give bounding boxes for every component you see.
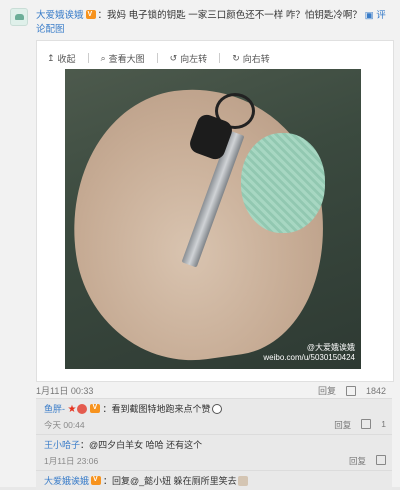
comment-time: 1月11日 23:06 xyxy=(44,456,99,466)
rotate-right-icon: ↻ xyxy=(232,52,240,63)
author-avatar[interactable] xyxy=(10,8,28,26)
post-body: ：我妈 电子锁的钥匙 一家三口颜色还不一样 咋？怕钥匙冷啊？ xyxy=(97,10,362,21)
comment-actions: 回复 xyxy=(349,455,386,467)
toolbar-divider xyxy=(219,53,221,63)
cat-emoji-icon xyxy=(237,476,248,486)
commenter-name-link[interactable]: 大爱娥诶娥 xyxy=(44,476,89,486)
comment-text: ：回复@_懿小妞 躲在厕所里笑去 xyxy=(103,476,237,486)
vip-badge-icon xyxy=(85,8,96,22)
commenter-name-link[interactable]: 王小哈子 xyxy=(44,440,80,450)
comment-list: 鱼胖- ★ ：看到截图特地跑来点个赞 今天 00:44 回复 1 王小哈子：@四夕… xyxy=(36,398,392,490)
post-photo[interactable]: @大爱娥诶娥 weibo.com/u/5030150424 xyxy=(65,69,361,369)
media-box: ↥ 收起 ⌕ 查看大图 ↺ 向左转 ↻ 向右转 @大爱娥诶娥 weibo.com/u/5… xyxy=(36,40,394,382)
toolbar-divider xyxy=(87,53,89,63)
comment-actions: 回复 1 xyxy=(334,419,386,431)
thumbs-up-icon[interactable] xyxy=(376,455,386,465)
view-large-button[interactable]: ⌕ 查看大图 xyxy=(101,51,145,65)
comment-text: ：看到截图特地跑来点个赞 xyxy=(102,404,211,414)
comment-text: ：@四夕白羊女 哈哈 还有这个 xyxy=(80,440,203,450)
arrow-up-icon: ↥ xyxy=(47,52,55,63)
reply-button[interactable]: 回复 xyxy=(349,455,366,467)
rotate-left-icon: ↺ xyxy=(169,52,178,63)
post-actions: 回复 1842 xyxy=(318,384,386,397)
photo-watermark: @大爱娥诶娥 weibo.com/u/5030150424 xyxy=(263,343,355,362)
star-badge-icon: ★ xyxy=(67,404,77,415)
thumbs-up-icon[interactable] xyxy=(345,385,356,396)
magnifier-icon: ⌕ xyxy=(100,52,106,63)
knitted-key-cover xyxy=(241,133,325,233)
collapse-button[interactable]: ↥ 收起 xyxy=(47,51,76,65)
weibo-card: 大爱娥诶娥：我妈 电子锁的钥匙 一家三口颜色还不一样 咋？怕钥匙冷啊？ ▣ 评论… xyxy=(0,0,400,490)
medal-icon xyxy=(77,404,88,414)
toolbar-divider xyxy=(156,53,158,63)
commenter-name-link[interactable]: 鱼胖- xyxy=(44,404,65,414)
vip-badge-icon xyxy=(90,402,101,414)
post-footer: 1月11日 00:33 回复 1842 xyxy=(36,382,392,398)
comment-like-count: 1 xyxy=(381,419,386,429)
author-name-link[interactable]: 大爱娥诶娥 xyxy=(36,10,84,21)
list-item: 鱼胖- ★ ：看到截图特地跑来点个赞 今天 00:44 回复 1 xyxy=(36,398,392,434)
reply-button[interactable]: 回复 xyxy=(334,419,351,431)
list-item: 王小哈子：@四夕白羊女 哈哈 还有这个 1月11日 23:06 回复 xyxy=(36,434,392,470)
panda-emoji-icon xyxy=(211,404,222,414)
post-text: 大爱娥诶娥：我妈 电子锁的钥匙 一家三口颜色还不一样 咋？怕钥匙冷啊？ ▣ 评论… xyxy=(36,8,388,37)
comment-time: 今天 00:44 xyxy=(44,420,85,430)
list-item: 大爱娥诶娥 ：回复@_懿小妞 躲在厕所里笑去 xyxy=(36,470,392,490)
rotate-left-button[interactable]: ↺ 向左转 xyxy=(170,51,208,65)
image-toolbar: ↥ 收起 ⌕ 查看大图 ↺ 向左转 ↻ 向右转 xyxy=(47,51,270,65)
reply-button[interactable]: 回复 xyxy=(318,384,336,397)
thumbs-up-icon[interactable] xyxy=(361,419,372,429)
vip-badge-icon xyxy=(91,474,102,486)
like-count: 1842 xyxy=(365,385,386,396)
post-date: 1月11日 00:33 xyxy=(36,386,94,396)
rotate-right-button[interactable]: ↻ 向右转 xyxy=(232,51,270,65)
